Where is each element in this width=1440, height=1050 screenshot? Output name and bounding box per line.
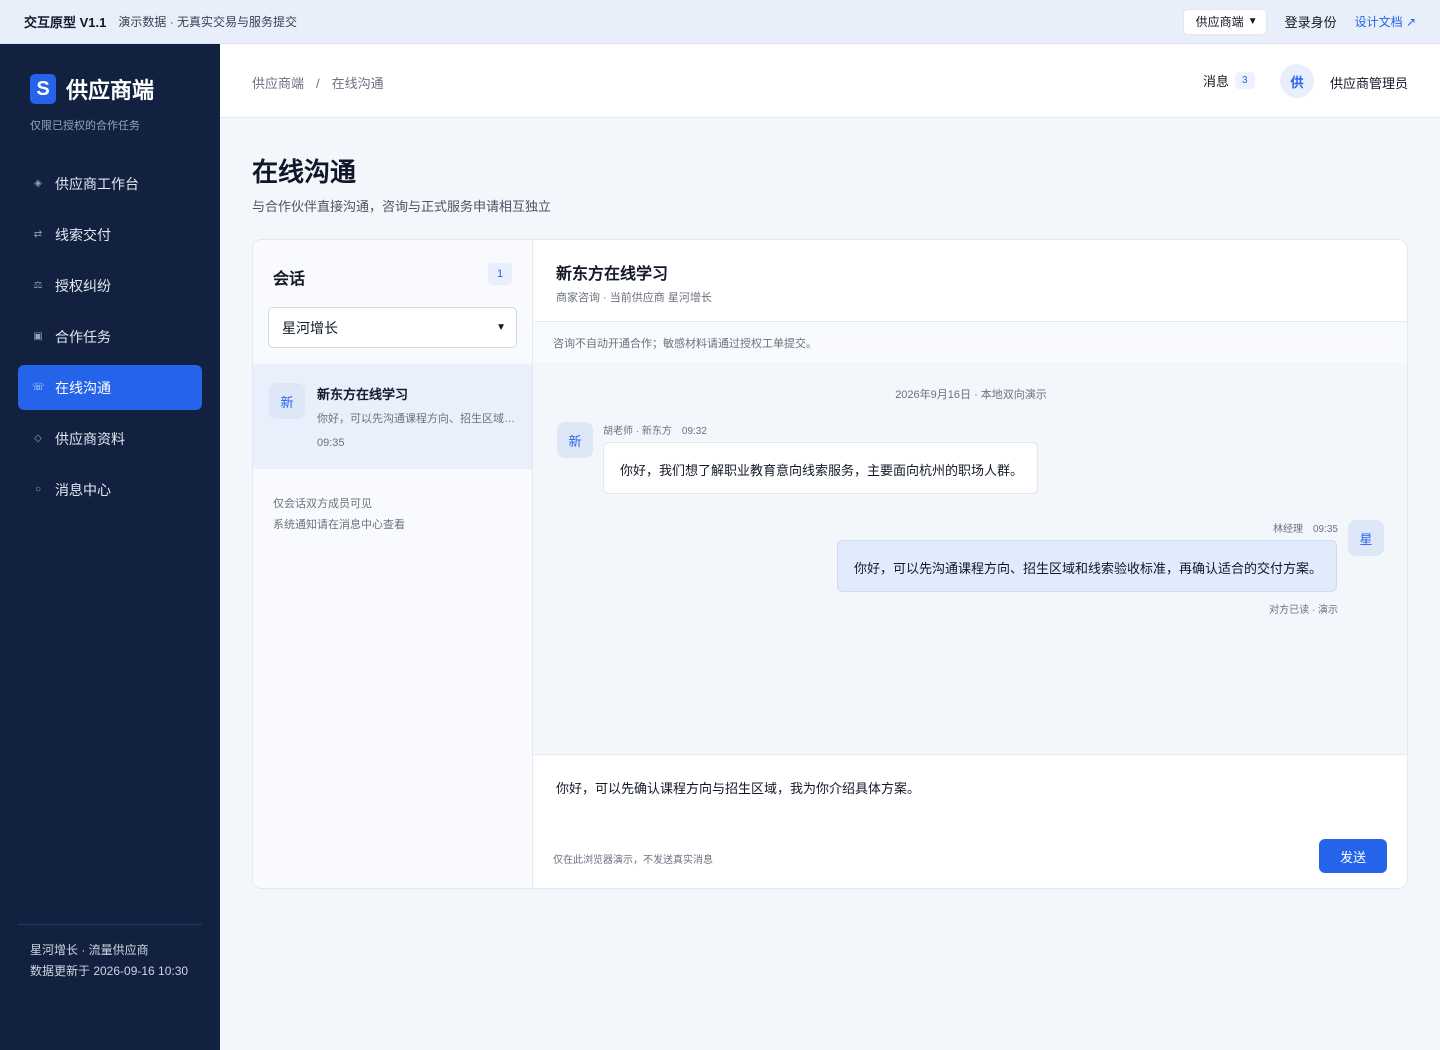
breadcrumb-root[interactable]: 供应商端 — [252, 76, 304, 91]
outgoing-message-bubble: 你好，可以先沟通课程方向、招生区域和线索验收标准，再确认适合的交付方案。 — [837, 540, 1337, 592]
breadcrumb: 供应商端 / 在线沟通 — [252, 73, 384, 92]
visibility-note-line: 系统通知请在消息中心查看 — [273, 519, 405, 531]
brand[interactable]: S 供应商端 — [30, 73, 154, 105]
role-select-value: 供应商端 — [1195, 15, 1244, 29]
sidebar-item-label: 供应商工作台 — [55, 175, 139, 192]
role-select[interactable]: 供应商端 ▼ — [1182, 8, 1267, 35]
date-separator: 2026年9月16日 · 本地双向演示 — [895, 389, 1047, 401]
page-header: 供应商端 / 在线沟通 消息 3 供 供应商管理员 — [220, 44, 1440, 118]
sidebar-item-label: 消息中心 — [55, 481, 111, 498]
brand-title: 供应商端 — [66, 78, 155, 103]
design-docs-link[interactable]: 设计文档 ↗ — [1355, 13, 1416, 30]
messages-button[interactable]: 消息 3 — [1203, 71, 1255, 90]
avatar[interactable]: 供 — [1280, 64, 1314, 98]
messages-count-badge: 3 — [1235, 72, 1255, 89]
chat-notice: 咨询不自动开通合作；敏感材料请通过授权工单提交。 — [533, 322, 1407, 362]
message-input[interactable]: 你好，可以先确认课程方向与招生区域，我为你介绍具体方案。 — [556, 778, 920, 797]
user-name[interactable]: 供应商管理员 — [1330, 73, 1408, 92]
message-time: 09:35 — [1312, 524, 1338, 535]
breadcrumb-current: 在线沟通 — [331, 76, 384, 91]
thread-avatar: 新 — [269, 383, 305, 419]
sidebar-nav: ◈ 供应商工作台 ⇄ 线索交付 ⚖ 授权纠纷 ▣ 合作任务 ☏ 在线沟通 ◇ 供应商资料 ○ 消息中心 — [18, 161, 202, 518]
composer-hint: 仅在此浏览器演示，不发送真实消息 — [553, 855, 713, 866]
demo-topbar: 交互原型 V1.1 演示数据 · 无真实交易与服务提交 供应商端 ▼ 登录身份 … — [0, 0, 1440, 44]
footer-company: 星河增长 · 流量供应商 — [30, 943, 149, 957]
footer-updated: 数据更新于 2026-09-16 10:30 — [30, 964, 189, 978]
partner-filter-select[interactable]: 星河增长 ▼ — [268, 307, 517, 348]
demo-note: 演示数据 · 无真实交易与服务提交 — [118, 15, 298, 29]
incoming-meta: 胡老师 · 新东方 09:32 — [603, 422, 707, 437]
page-title: 在线沟通 — [252, 157, 357, 187]
sidebar-item-3[interactable]: ▣ 合作任务 — [18, 314, 202, 359]
chevron-down-icon: ▼ — [1247, 16, 1258, 27]
chat-card: 会话 1 星河增长 ▼ 新 新东方在线学习 你好，可以先沟通课程方向、招生区域和… — [252, 239, 1408, 889]
breadcrumb-separator: / — [316, 76, 320, 91]
logo-icon: S — [30, 74, 56, 104]
partner-filter-value: 星河增长 — [282, 319, 338, 336]
conversation-panel: 会话 1 星河增长 ▼ 新 新东方在线学习 你好，可以先沟通课程方向、招生区域和… — [253, 240, 533, 888]
outgoing-meta: 林经理 09:35 — [1273, 520, 1338, 535]
conversation-item[interactable]: 新 新东方在线学习 你好，可以先沟通课程方向、招生区域和线索验收标准，再确认适合… — [253, 364, 532, 469]
sidebar-item-1[interactable]: ⇄ 线索交付 — [18, 212, 202, 257]
transfer-icon: ⇄ — [33, 229, 43, 240]
sidebar-item-2[interactable]: ⚖ 授权纠纷 — [18, 263, 202, 308]
sidebar-item-label: 合作任务 — [55, 328, 111, 345]
outgoing-avatar: 星 — [1348, 520, 1384, 556]
thread-preview: 你好，可以先沟通课程方向、招生区域和线索验收标准，再确认适合的交付方案。 — [317, 413, 517, 425]
task-icon: ▣ — [33, 331, 43, 342]
scale-icon: ⚖ — [33, 280, 43, 291]
message-sender: 林经理 — [1272, 524, 1303, 535]
chat-meta: 商家咨询 · 当前供应商 星河增长 — [556, 292, 712, 304]
thread-time: 09:35 — [317, 437, 345, 449]
dashboard-icon: ◈ — [34, 178, 42, 189]
conversation-count-badge: 1 — [488, 263, 512, 285]
messages-label: 消息 — [1203, 74, 1230, 89]
sidebar-footer: 星河增长 · 流量供应商 数据更新于 2026-09-16 10:30 — [30, 940, 200, 982]
sidebar-item-4[interactable]: ☏ 在线沟通 — [18, 365, 202, 410]
prototype-version: 交互原型 V1.1 — [24, 15, 107, 30]
incoming-message-bubble: 你好，我们想了解职业教育意向线索服务，主要面向杭州的职场人群。 — [603, 442, 1038, 494]
sidebar-item-label: 供应商资料 — [55, 430, 125, 447]
read-receipt: 对方已读 · 演示 — [1269, 605, 1338, 616]
message-time: 09:32 — [681, 426, 707, 437]
chat-panel: 新东方在线学习 商家咨询 · 当前供应商 星河增长 咨询不自动开通合作；敏感材料… — [533, 240, 1407, 888]
incoming-avatar: 新 — [557, 422, 593, 458]
profile-icon: ◇ — [34, 433, 42, 444]
chat-title: 新东方在线学习 — [556, 266, 669, 283]
sidebar-item-label: 授权纠纷 — [55, 277, 111, 294]
conversation-title: 会话 — [273, 271, 306, 288]
visibility-note-line: 仅会话双方成员可见 — [273, 498, 372, 510]
visibility-note: 仅会话双方成员可见 系统通知请在消息中心查看 — [273, 494, 405, 536]
sidebar-item-0[interactable]: ◈ 供应商工作台 — [18, 161, 202, 206]
message-composer: 你好，可以先确认课程方向与招生区域，我为你介绍具体方案。 仅在此浏览器演示，不发… — [533, 754, 1407, 888]
thread-name: 新东方在线学习 — [317, 387, 409, 402]
login-identity-link[interactable]: 登录身份 — [1285, 12, 1337, 31]
send-button[interactable]: 发送 — [1319, 839, 1387, 873]
sidebar-item-6[interactable]: ○ 消息中心 — [18, 467, 202, 512]
sidebar-item-label: 线索交付 — [55, 226, 111, 243]
brand-subtitle: 仅限已授权的合作任务 — [30, 120, 140, 132]
message-sender: 胡老师 · 新东方 — [603, 426, 672, 437]
sidebar-item-label: 在线沟通 — [55, 379, 111, 396]
sidebar: S 供应商端 仅限已授权的合作任务 ◈ 供应商工作台 ⇄ 线索交付 ⚖ 授权纠纷 ▣ 合作任务… — [0, 44, 220, 1050]
message-list[interactable]: 2026年9月16日 · 本地双向演示 新 胡老师 · 新东方 09:32 你好，… — [533, 362, 1407, 754]
bell-icon: ○ — [34, 484, 42, 495]
sidebar-item-5[interactable]: ◇ 供应商资料 — [18, 416, 202, 461]
chat-header: 新东方在线学习 商家咨询 · 当前供应商 星河增长 — [533, 240, 1407, 322]
sidebar-divider — [18, 924, 202, 925]
chevron-down-icon: ▼ — [496, 322, 506, 333]
page-subtitle: 与合作伙伴直接沟通，咨询与正式服务申请相互独立 — [252, 199, 552, 214]
chat-icon: ☏ — [32, 382, 45, 393]
